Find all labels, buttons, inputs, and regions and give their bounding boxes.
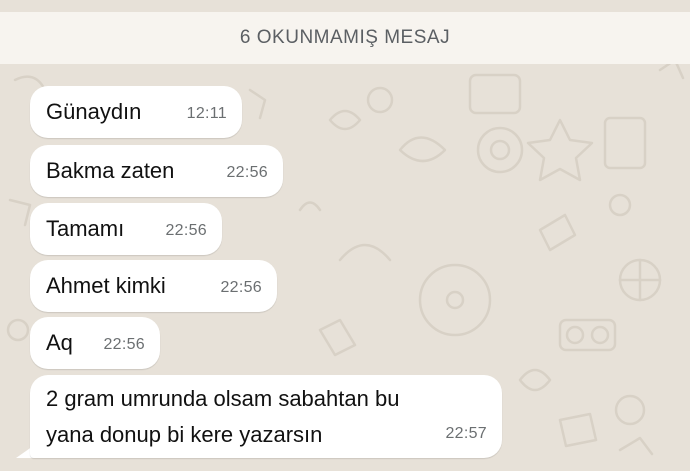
message-bubble[interactable]: Bakma zaten 22:56 — [30, 145, 283, 197]
message-text-line2: yana donup bi kere yazarsın — [46, 422, 323, 447]
message-timestamp: 22:56 — [226, 164, 268, 181]
message-timestamp: 22:56 — [165, 222, 207, 239]
message-timestamp: 12:11 — [186, 105, 227, 122]
message-bubble[interactable]: Ahmet kimki 22:56 — [30, 260, 277, 312]
message-bubble[interactable]: 2 gram umrunda olsam sabahtan bu yana do… — [30, 375, 502, 458]
message-bubble[interactable]: Günaydın 12:11 — [30, 86, 242, 138]
message-text: Bakma zaten — [46, 158, 175, 183]
message-text: Ahmet kimki — [46, 273, 166, 298]
unread-messages-label: 6 OKUNMAMIŞ MESAJ — [239, 27, 451, 48]
message-text-line1: 2 gram umrunda olsam sabahtan bu — [46, 386, 400, 411]
message-timestamp: 22:56 — [103, 336, 145, 353]
message-text: Tamamı — [46, 216, 125, 241]
message-text: Aq — [46, 330, 73, 355]
message-bubble[interactable]: Aq 22:56 — [30, 317, 160, 369]
message-text: Günaydın — [46, 99, 142, 124]
unread-messages-banner: 6 OKUNMAMIŞ MESAJ — [0, 12, 690, 64]
message-timestamp: 22:56 — [220, 279, 262, 296]
message-timestamp: 22:57 — [445, 425, 487, 442]
message-bubble[interactable]: Tamamı 22:56 — [30, 203, 222, 255]
